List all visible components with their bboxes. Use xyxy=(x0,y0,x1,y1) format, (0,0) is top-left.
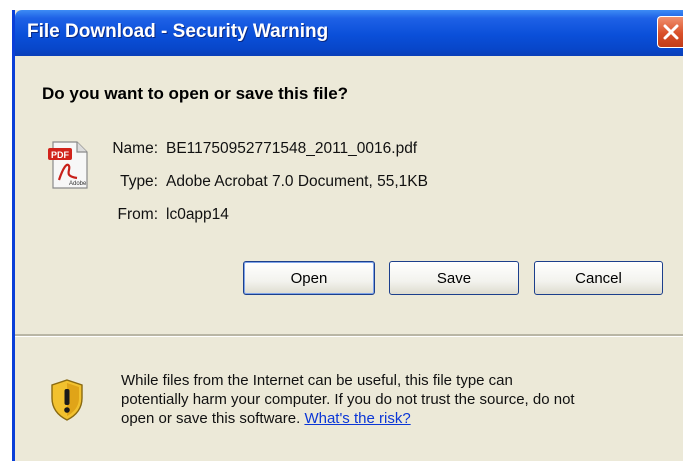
close-button[interactable] xyxy=(657,16,683,48)
file-name-value: BE11750952771548_2011_0016.pdf xyxy=(166,140,418,157)
warning-line-3: open or save this software. What's the r… xyxy=(121,409,681,428)
file-source-value: lc0app14 xyxy=(166,206,229,223)
close-icon xyxy=(663,24,679,40)
warning-line-2: potentially harm your computer. If you d… xyxy=(121,391,575,408)
file-info-panel: Do you want to open or save this file? P… xyxy=(15,56,683,334)
title-bar[interactable]: File Download - Security Warning xyxy=(15,10,683,56)
open-save-question: Do you want to open or save this file? xyxy=(42,84,349,103)
cancel-button[interactable]: Cancel xyxy=(534,261,663,295)
file-type-value: Adobe Acrobat 7.0 Document, 55,1KB xyxy=(166,173,428,190)
warning-line-1: While files from the Internet can be use… xyxy=(121,372,513,389)
window-title: File Download - Security Warning xyxy=(27,21,329,42)
security-warning-text: While files from the Internet can be use… xyxy=(121,371,681,428)
file-source-label: From: xyxy=(117,206,158,223)
warning-line-3-text: open or save this software. xyxy=(121,410,301,427)
security-shield-warning-icon xyxy=(51,379,83,421)
save-button[interactable]: Save xyxy=(389,261,519,295)
security-warning-dialog: File Download - Security Warning Do you … xyxy=(12,10,683,461)
security-warning-panel: While files from the Internet can be use… xyxy=(15,337,683,461)
file-name-label: Name: xyxy=(112,140,158,157)
file-type-label: Type: xyxy=(120,173,158,190)
open-button[interactable]: Open xyxy=(243,261,375,295)
whats-the-risk-link[interactable]: What's the risk? xyxy=(304,410,410,427)
